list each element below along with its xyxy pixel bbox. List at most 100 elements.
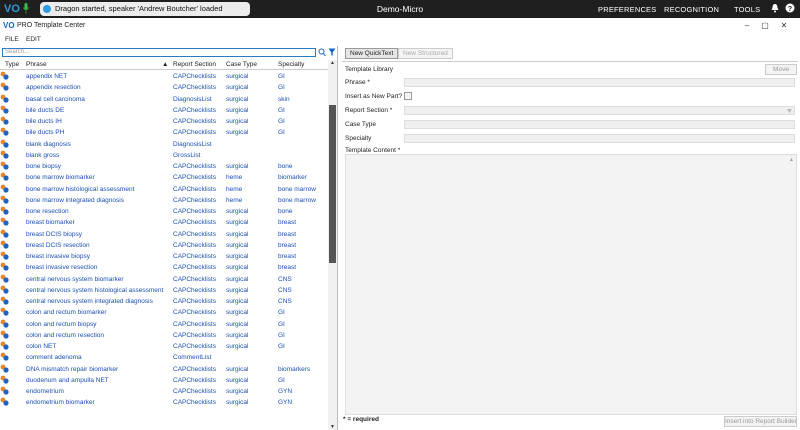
- cell-case-type: surgical: [226, 95, 249, 103]
- cell-case-type: surgical: [226, 365, 249, 373]
- close-button[interactable]: ✕: [779, 21, 789, 30]
- table-row[interactable]: breast invasive biopsy CAPChecklists surgi…: [0, 251, 328, 262]
- table-row[interactable]: appendix NET CAPChecklists surgical GI: [0, 71, 328, 82]
- cell-specialty: breast: [278, 219, 297, 227]
- template-content-editor[interactable]: ▲: [345, 154, 797, 415]
- header-type[interactable]: Type: [5, 61, 19, 68]
- specialty-field[interactable]: [404, 134, 795, 143]
- cell-case-type: surgical: [226, 208, 249, 215]
- chevron-down-icon: [787, 109, 792, 113]
- cell-report-section: CAPChecklists: [173, 331, 216, 339]
- filter-icon[interactable]: [328, 48, 336, 57]
- search-options-icon[interactable]: [318, 48, 326, 57]
- cell-report-section: CAPChecklists: [173, 185, 216, 193]
- new-structured-button[interactable]: New Structured: [398, 48, 453, 59]
- cell-case-type: surgical: [226, 129, 249, 137]
- cell-report-section: CAPChecklists: [173, 309, 216, 317]
- bell-icon[interactable]: [770, 3, 780, 13]
- table-row[interactable]: bile ducts DE CAPChecklists surgical GI: [0, 105, 328, 116]
- cell-phrase: colon and rectum biomarker: [26, 309, 107, 317]
- label-specialty: Specialty: [345, 135, 372, 142]
- header-report-section[interactable]: Report Section: [173, 61, 216, 68]
- cell-report-section: CAPChecklists: [173, 129, 216, 137]
- table-row[interactable]: breast invasive resection CAPChecklists su…: [0, 262, 328, 273]
- new-quicktext-button[interactable]: New QuickText: [345, 48, 399, 59]
- cell-phrase: bile ducts PH: [26, 129, 65, 137]
- table-row[interactable]: bone biopsy CAPChecklists surgical bone: [0, 161, 328, 172]
- move-button[interactable]: Move: [765, 64, 797, 75]
- table-row[interactable]: colon and rectum biopsy CAPChecklists surg…: [0, 319, 328, 330]
- cell-specialty: CNS: [278, 298, 292, 305]
- insert-new-part-checkbox[interactable]: [404, 92, 412, 100]
- list-scrollbar[interactable]: ▲ ▼: [328, 60, 337, 430]
- menu-preferences[interactable]: PREFERENCES: [598, 5, 656, 14]
- cell-report-section: CAPChecklists: [173, 196, 216, 204]
- scroll-down-arrow[interactable]: ▼: [329, 424, 336, 430]
- table-row[interactable]: central nervous system histological asse…: [0, 285, 328, 296]
- header-case-type[interactable]: Case Type: [226, 61, 257, 68]
- table-row[interactable]: colon NET CAPChecklists surgical GI: [0, 341, 328, 352]
- table-row[interactable]: breast DCIS biopsy CAPChecklists surgical b…: [0, 229, 328, 240]
- table-row[interactable]: basal cell carcinoma DiagnosisList surgica…: [0, 94, 328, 105]
- table-row[interactable]: blank diagnosis DiagnosisList: [0, 139, 328, 150]
- table-row[interactable]: colon and rectum resection CAPChecklists s…: [0, 330, 328, 341]
- cell-specialty: GYN: [278, 388, 293, 395]
- table-row[interactable]: breast DCIS resection CAPChecklists surgic…: [0, 240, 328, 251]
- cell-specialty: breast: [278, 253, 297, 260]
- header-specialty[interactable]: Specialty: [278, 61, 304, 68]
- maximize-button[interactable]: ▢: [760, 21, 770, 30]
- table-row[interactable]: breast biomarker CAPChecklists surgical bre…: [0, 217, 328, 228]
- header-phrase[interactable]: Phrase: [26, 61, 47, 68]
- table-row[interactable]: bone resection CAPChecklists surgical bone: [0, 206, 328, 217]
- case-type-field[interactable]: [404, 120, 795, 129]
- template-type-icon: [0, 397, 9, 406]
- microphone-icon[interactable]: [23, 3, 29, 14]
- cell-phrase: bone resection: [26, 208, 69, 215]
- cell-phrase: breast biomarker: [26, 219, 75, 227]
- table-row[interactable]: endometrium CAPChecklists surgical GYN: [0, 386, 328, 397]
- table-row[interactable]: central nervous system integrated diagno…: [0, 296, 328, 307]
- table-row[interactable]: bone marrow biomarker CAPChecklists heme bi…: [0, 172, 328, 183]
- cell-case-type: surgical: [226, 331, 249, 339]
- template-list-panel: Search... Type Phrase ▲ Report Section C…: [0, 46, 338, 430]
- scroll-up-arrow[interactable]: ▲: [329, 60, 336, 66]
- cell-specialty: biomarkers: [278, 365, 311, 373]
- label-report-section: Report Section *: [345, 107, 393, 114]
- cell-phrase: central nervous system integrated diagno…: [26, 298, 153, 305]
- table-row[interactable]: bone marrow integrated diagnosis CAPCheck…: [0, 195, 328, 206]
- table-row[interactable]: bile ducts PH CAPChecklists surgical GI: [0, 127, 328, 138]
- cell-report-section: CAPChecklists: [173, 399, 216, 407]
- insert-into-report-builder-button[interactable]: Insert into Report Builder: [724, 416, 797, 427]
- table-row[interactable]: bone marrow histological assessment CAPCh…: [0, 184, 328, 195]
- table-row[interactable]: comment adenoma CommentList: [0, 352, 328, 363]
- table-row[interactable]: appendix resection CAPChecklists surgical G…: [0, 82, 328, 93]
- phrase-field[interactable]: [404, 78, 795, 87]
- table-row[interactable]: colon and rectum biomarker CAPChecklists s…: [0, 307, 328, 318]
- cell-report-section: CAPChecklists: [173, 275, 216, 283]
- table-row[interactable]: blank gross GrossList: [0, 150, 328, 161]
- scrollbar-thumb[interactable]: [329, 105, 336, 263]
- cell-report-section: CAPChecklists: [173, 253, 216, 260]
- report-section-select[interactable]: [404, 106, 795, 115]
- cell-specialty: bone: [278, 163, 293, 170]
- cell-case-type: surgical: [226, 163, 249, 170]
- menu-edit[interactable]: EDIT: [26, 36, 41, 43]
- cell-case-type: surgical: [226, 343, 249, 350]
- minimize-button[interactable]: –: [742, 21, 752, 30]
- help-icon[interactable]: ?: [785, 3, 795, 13]
- menu-tools[interactable]: TOOLS: [734, 5, 760, 14]
- table-row[interactable]: bile ducts IH CAPChecklists surgical GI: [0, 116, 328, 127]
- cell-case-type: surgical: [226, 241, 249, 249]
- divider: [342, 61, 798, 62]
- menu-file[interactable]: FILE: [5, 36, 19, 43]
- cell-phrase: bile ducts DE: [26, 106, 65, 114]
- table-row[interactable]: DNA mismatch repair biomarker CAPChecklis…: [0, 364, 328, 375]
- table-row[interactable]: endometrium biomarker CAPChecklists surgic…: [0, 397, 328, 408]
- template-type-icon: [0, 375, 9, 384]
- menu-recognition[interactable]: RECOGNITION: [664, 5, 719, 14]
- cell-specialty: GI: [278, 320, 285, 328]
- table-row[interactable]: central nervous system biomarker CAPCheck…: [0, 274, 328, 285]
- table-row[interactable]: duodenum and ampulla NET CAPChecklists sur…: [0, 375, 328, 386]
- search-input[interactable]: Search...: [2, 48, 316, 57]
- cell-phrase: central nervous system biomarker: [26, 275, 124, 283]
